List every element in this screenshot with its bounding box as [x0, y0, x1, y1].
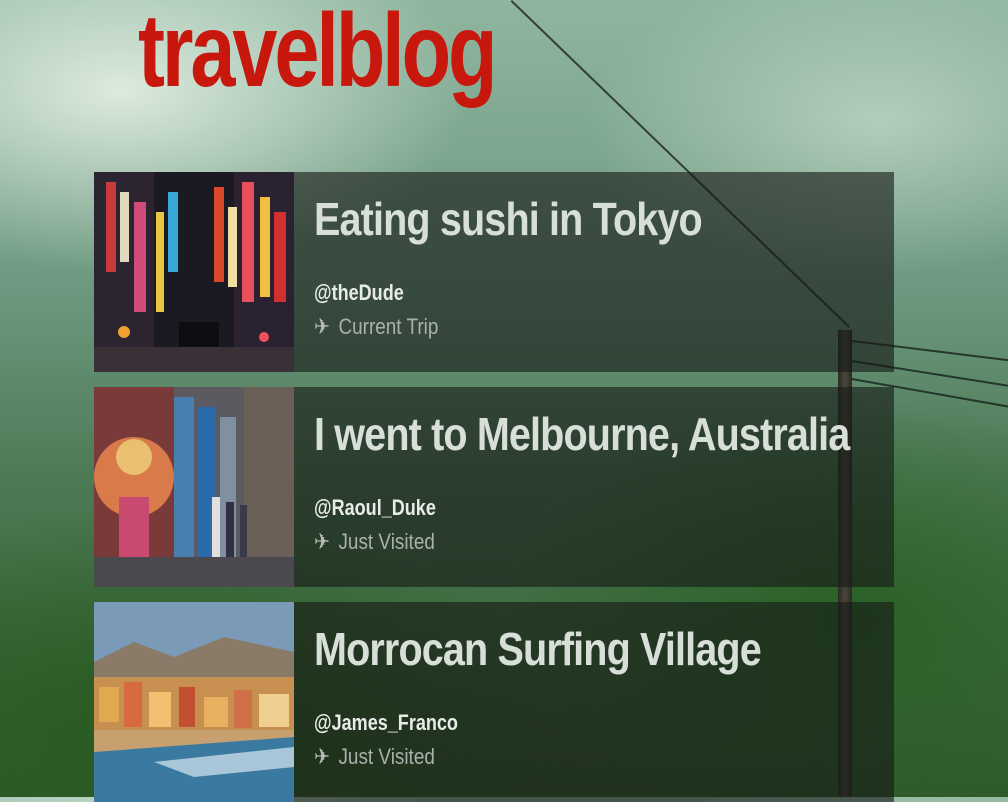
post-status-label: Just Visited	[338, 529, 435, 554]
plane-icon: ✈	[314, 744, 330, 769]
post-info: I went to Melbourne, Australia @Raoul_Du…	[314, 387, 894, 587]
post-status: ✈ Just Visited	[314, 529, 435, 555]
plane-icon: ✈	[314, 314, 330, 339]
post-info: Morrocan Surfing Village @James_Franco ✈…	[314, 602, 894, 802]
post-status-label: Just Visited	[338, 744, 435, 769]
post-thumbnail[interactable]	[94, 602, 294, 802]
post-card[interactable]: Morrocan Surfing Village @James_Franco ✈…	[94, 602, 894, 802]
post-info: Eating sushi in Tokyo @theDude ✈ Current…	[314, 172, 894, 372]
post-author[interactable]: @theDude	[314, 280, 404, 306]
post-author[interactable]: @James_Franco	[314, 710, 458, 736]
post-thumbnail[interactable]	[94, 172, 294, 372]
post-status: ✈ Current Trip	[314, 314, 438, 340]
post-thumbnail[interactable]	[94, 387, 294, 587]
post-status: ✈ Just Visited	[314, 744, 435, 770]
post-card[interactable]: I went to Melbourne, Australia @Raoul_Du…	[94, 387, 894, 587]
post-status-label: Current Trip	[338, 314, 439, 339]
site-logo[interactable]: travelblog	[138, 0, 498, 108]
post-title[interactable]: Morrocan Surfing Village	[314, 622, 762, 676]
post-author[interactable]: @Raoul_Duke	[314, 495, 436, 521]
post-title[interactable]: Eating sushi in Tokyo	[314, 192, 703, 246]
post-title[interactable]: I went to Melbourne, Australia	[314, 407, 850, 461]
plane-icon: ✈	[314, 529, 330, 554]
post-card[interactable]: Eating sushi in Tokyo @theDude ✈ Current…	[94, 172, 894, 372]
